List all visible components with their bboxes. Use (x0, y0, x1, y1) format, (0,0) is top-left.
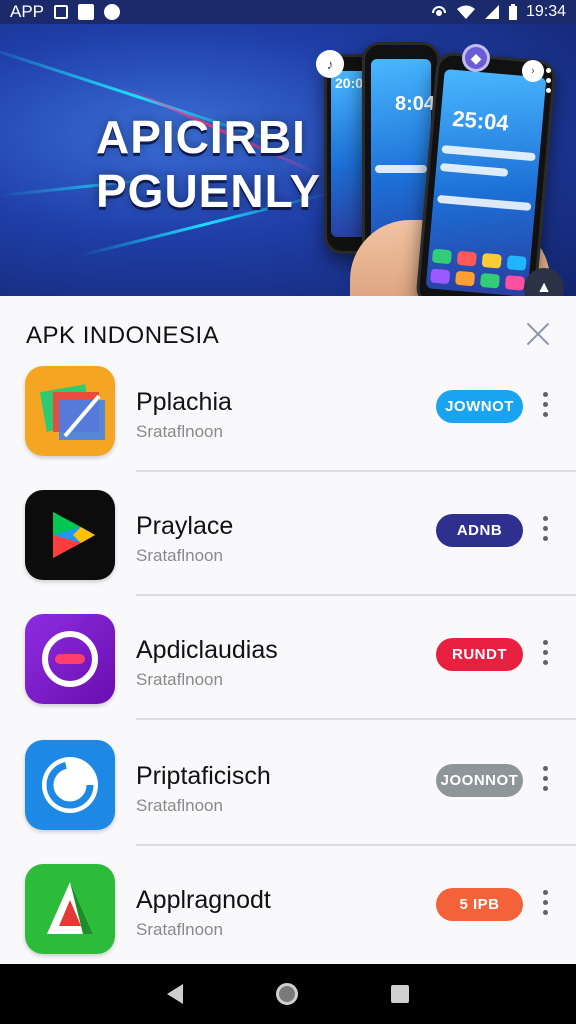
bird-icon (78, 4, 95, 20)
nav-arrow-icon: › (522, 60, 544, 82)
phone-clock: 25:04 (451, 105, 510, 136)
navigation-bar (0, 964, 576, 1024)
refresh-app-icon (25, 740, 115, 830)
home-icon[interactable] (275, 983, 298, 1005)
chat-bubble-icon (25, 614, 115, 704)
more-options-icon[interactable] (543, 392, 551, 417)
close-icon[interactable] (522, 318, 554, 350)
app-name: Apdiclaudias (136, 636, 278, 664)
battery-icon (508, 4, 517, 20)
app-subtitle: Srataflnoon (136, 422, 223, 441)
phone-clock: 8:04 (395, 93, 436, 115)
banner-title-line2: PGUENLY (96, 165, 322, 217)
more-options-icon[interactable] (543, 890, 551, 915)
more-options-icon[interactable] (543, 640, 551, 665)
app-action-button[interactable]: ADNB (436, 514, 523, 547)
messages-icon (25, 366, 115, 456)
wifi-icon (456, 5, 475, 19)
list-item[interactable]: Apdiclaudias Srataflnoon RUNDT (0, 614, 576, 738)
music-icon: ♪ (316, 50, 344, 78)
list-item[interactable]: Pplachia Srataflnoon JOWNOT (0, 366, 576, 490)
pen-app-icon (25, 864, 115, 954)
status-bar: APP 19:34 (0, 0, 576, 24)
app-action-button[interactable]: JOWNOT (436, 390, 523, 423)
recents-icon[interactable] (391, 985, 410, 1003)
list-item[interactable]: Priptaficisch Srataflnoon JOONNOT (0, 740, 576, 864)
app-name: Praylace (136, 512, 234, 540)
status-time: 19:34 (525, 3, 566, 20)
app-list-sheet: APK INDONESIA Pplachia Srataflnoon JOWNO… (0, 296, 576, 964)
signal-icon (484, 5, 499, 19)
play-store-icon (25, 490, 115, 580)
phone-clock: 20:0 (335, 75, 364, 91)
list-item[interactable]: Praylace Srataflnoon ADNB (0, 490, 576, 614)
app-subtitle: Srataflnoon (136, 546, 223, 565)
banner-title: APICIRBI PGUENLY (96, 110, 321, 218)
back-icon[interactable] (166, 984, 183, 1004)
app-action-button[interactable]: RUNDT (436, 638, 523, 671)
banner-title-line1: APICIRBI (96, 111, 306, 163)
more-options-icon[interactable] (543, 766, 551, 791)
app-name: Applragnodt (136, 886, 271, 914)
more-options-icon[interactable] (543, 516, 551, 541)
app-action-button[interactable]: 5 IPB (436, 888, 523, 921)
app-subtitle: Srataflnoon (136, 796, 223, 815)
gallery-icon (54, 5, 69, 19)
banner-more-icon[interactable] (546, 68, 554, 93)
phone-illustration: 25:04 (415, 51, 557, 296)
app-badge-icon: ◆ (462, 44, 490, 72)
sync-icon (104, 4, 121, 20)
screen: APP 19:34 APICIRBI PGUENLY 20:0 8:04 25:… (0, 0, 576, 1024)
app-action-button[interactable]: JOONNOT (436, 764, 523, 797)
hotspot-icon (431, 6, 446, 16)
divider (136, 594, 576, 596)
divider (136, 844, 576, 846)
app-subtitle: Srataflnoon (136, 920, 223, 939)
promo-banner[interactable]: APICIRBI PGUENLY 20:0 8:04 25:04 ♪ ◆ › ▲ (0, 24, 576, 296)
app-subtitle: Srataflnoon (136, 670, 223, 689)
divider (136, 718, 576, 720)
divider (136, 470, 576, 472)
sheet-title: APK INDONESIA (26, 322, 220, 349)
app-name: Pplachia (136, 388, 232, 416)
status-app-label: APP (10, 2, 45, 21)
app-name: Priptaficisch (136, 762, 271, 790)
download-icon[interactable]: ▲ (524, 268, 564, 296)
